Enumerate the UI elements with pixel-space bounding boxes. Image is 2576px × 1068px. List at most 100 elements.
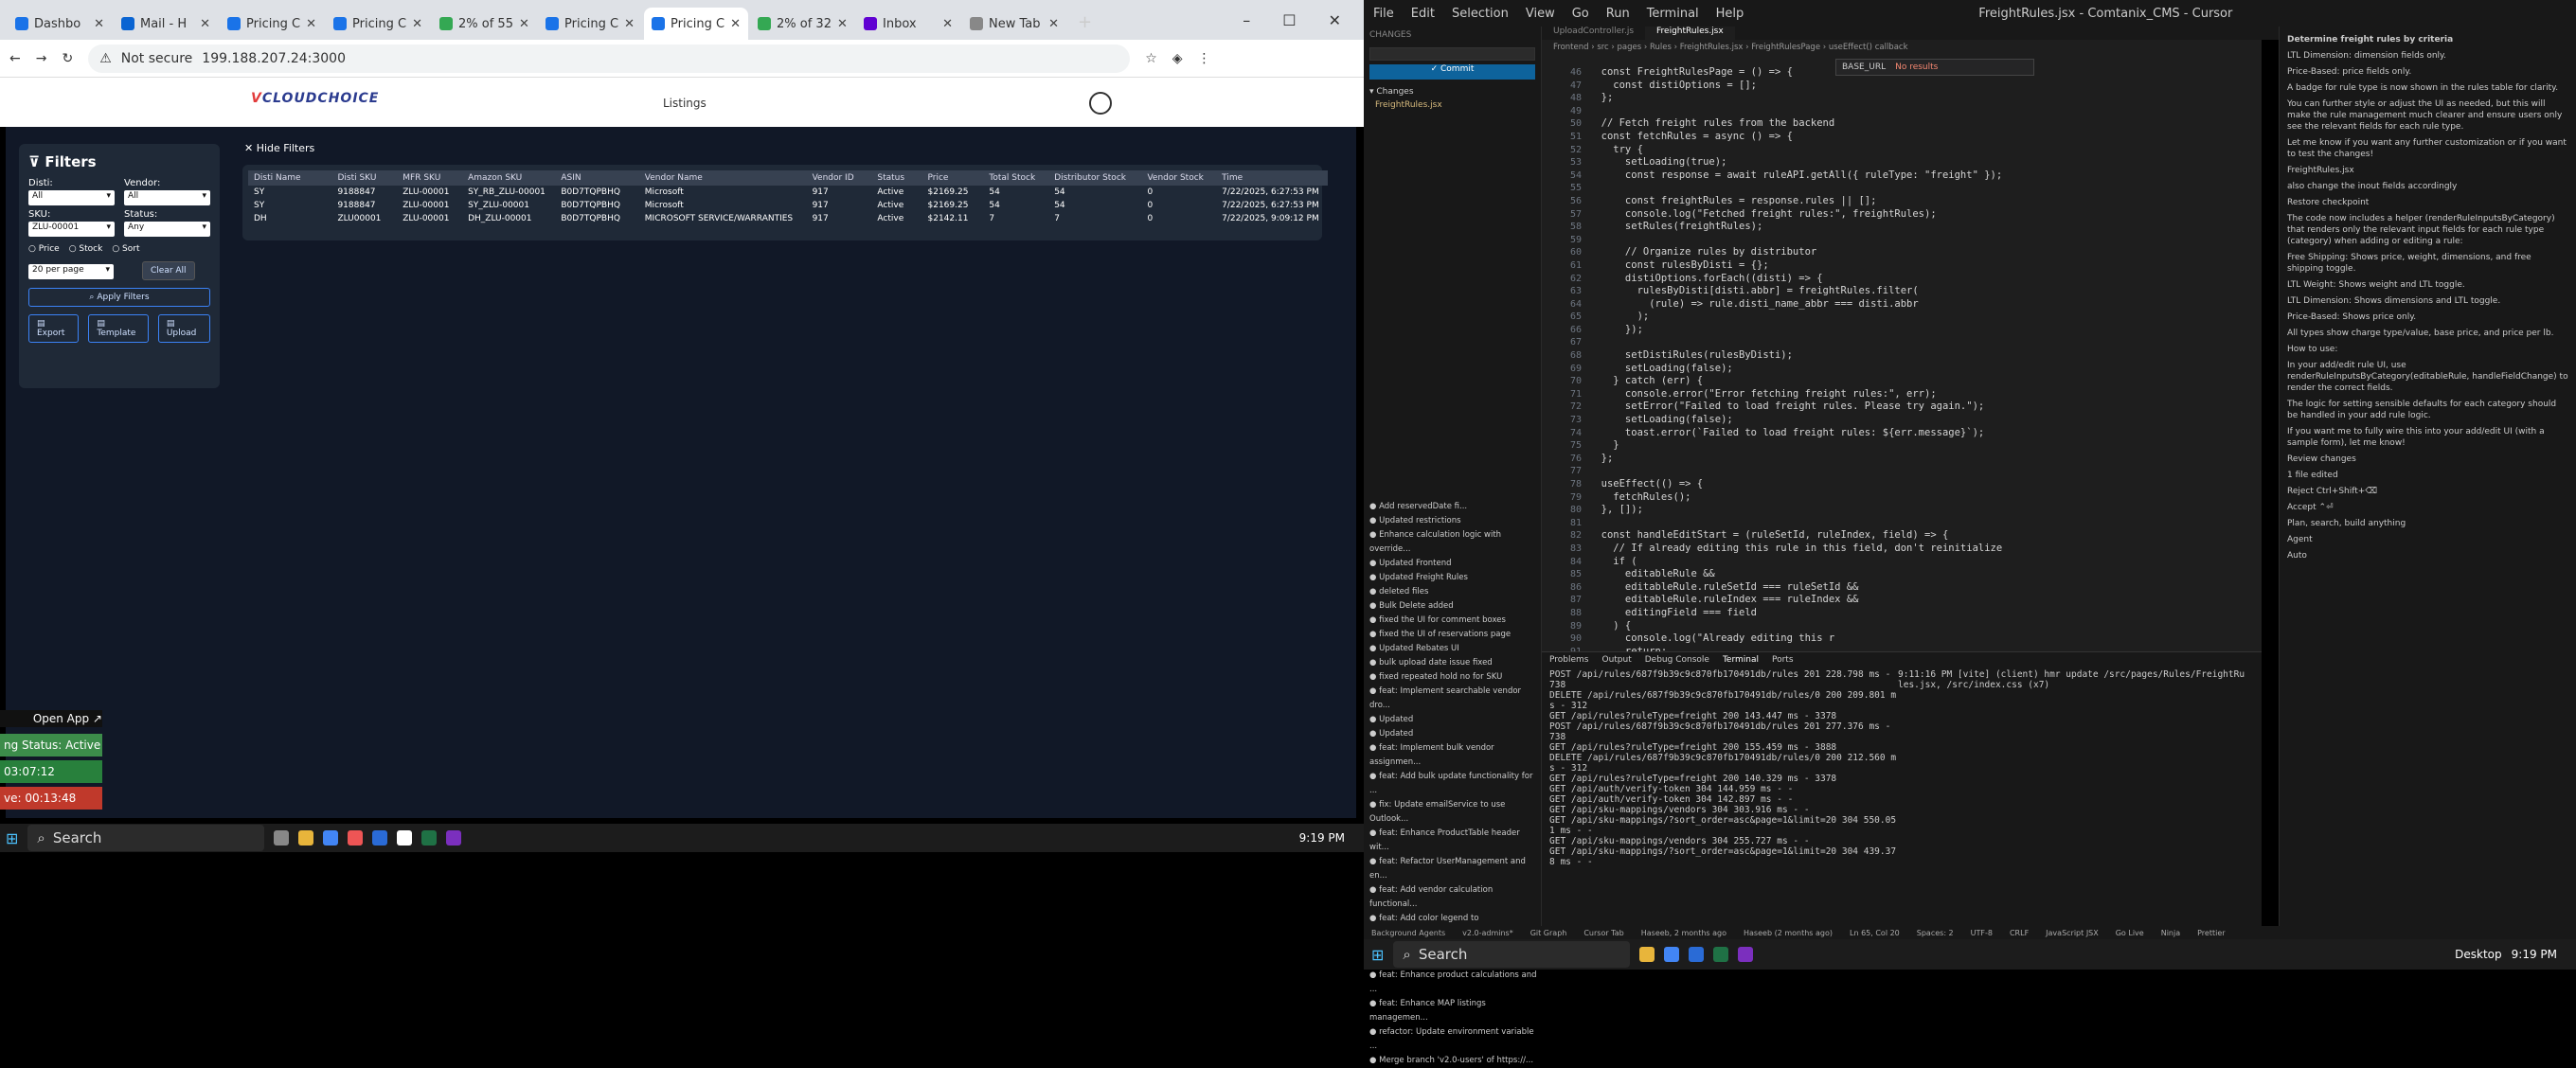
sort-sort-radio[interactable]: ○ Sort: [112, 244, 139, 254]
commit-item[interactable]: ● Updated Frontend: [1364, 557, 1542, 571]
status-item[interactable]: v2.0-admins*: [1462, 929, 1513, 937]
windows-icon[interactable]: ⊞: [1371, 946, 1384, 964]
close-icon[interactable]: ✕: [200, 17, 210, 31]
status-item[interactable]: CRLF: [2010, 929, 2029, 937]
star-icon[interactable]: ☆: [1145, 51, 1157, 66]
upload-button[interactable]: ▤ Upload: [157, 314, 210, 343]
commit-item[interactable]: ● feat: Enhance MAP listings managemen..…: [1364, 997, 1542, 1025]
chrome-icon[interactable]: [1664, 947, 1680, 962]
commit-item[interactable]: ● feat: Refactor UserManagement and en..…: [1364, 855, 1542, 883]
tab-upload-controller[interactable]: UploadController.js: [1542, 27, 1645, 40]
commit-item[interactable]: ● feat: Implement bulk vendor assignmen.…: [1364, 741, 1542, 770]
close-icon[interactable]: ✕: [519, 17, 529, 31]
commit-message-input[interactable]: [1369, 47, 1535, 61]
commit-item[interactable]: ● feat: Enhance product calculations and…: [1364, 969, 1542, 997]
commit-item[interactable]: ● Merge branch 'v2.0-users' of https://.…: [1364, 1054, 1542, 1068]
commit-item[interactable]: ● Bulk Delete added: [1364, 599, 1542, 614]
commit-item[interactable]: ● Add reservedDate fi...: [1364, 500, 1542, 514]
terminal-output-2[interactable]: 9:11:16 PM [vite] (client) hmr update /s…: [1898, 669, 2245, 690]
column-header[interactable]: Amazon SKU: [462, 173, 555, 183]
close-icon[interactable]: ✕: [730, 17, 741, 31]
per-page-select[interactable]: 20 per page: [28, 264, 114, 279]
status-item[interactable]: Prettier: [2197, 929, 2225, 937]
maximize-icon[interactable]: ☐: [1282, 11, 1296, 29]
menu-item[interactable]: Go: [1572, 7, 1589, 21]
browser-tab[interactable]: Dashbo ✕: [8, 8, 112, 40]
menu-icon[interactable]: ⋮: [1198, 51, 1211, 66]
extensions-icon[interactable]: ◈: [1172, 51, 1183, 66]
menu-item[interactable]: Edit: [1411, 7, 1435, 21]
close-icon[interactable]: ✕: [837, 17, 848, 31]
disti-select[interactable]: All: [28, 190, 115, 205]
commit-item[interactable]: ● feat: Add vendor calculation functiona…: [1364, 883, 1542, 912]
export-button[interactable]: ▤ Export: [28, 314, 80, 343]
cursor-icon[interactable]: [397, 830, 413, 846]
app-icon[interactable]: [348, 830, 364, 846]
column-header[interactable]: ASIN: [555, 173, 638, 183]
status-item[interactable]: Go Live: [2116, 929, 2144, 937]
status-item[interactable]: Cursor Tab: [1583, 929, 1623, 937]
commit-item[interactable]: ● fixed the UI for comment boxes: [1364, 614, 1542, 628]
browser-tab[interactable]: Pricing C ✕: [220, 8, 324, 40]
commit-item[interactable]: ● feat: Implement searchable vendor dro.…: [1364, 685, 1542, 713]
windows-icon[interactable]: ⊞: [6, 829, 18, 847]
commit-item[interactable]: ● Updated Freight Rules: [1364, 571, 1542, 585]
menu-item[interactable]: View: [1526, 7, 1555, 21]
column-header[interactable]: Distributor Stock: [1048, 173, 1141, 183]
status-item[interactable]: UTF-8: [1971, 929, 1993, 937]
onenote-icon[interactable]: [1738, 947, 1754, 962]
taskview-icon[interactable]: [274, 830, 290, 846]
menu-item[interactable]: Selection: [1452, 7, 1509, 21]
browser-tab[interactable]: Pricing C ✕: [326, 8, 430, 40]
vscode-icon[interactable]: [372, 830, 388, 846]
commit-item[interactable]: ● fixed repeated hold no for SKU: [1364, 670, 1542, 685]
commit-item[interactable]: ● refactor: Update environment variable …: [1364, 1025, 1542, 1054]
panel-tab[interactable]: Terminal: [1723, 655, 1759, 665]
nav-listings[interactable]: Listings: [663, 97, 707, 110]
url-box[interactable]: ⚠ Not secure 199.188.207.24:3000: [88, 44, 1131, 73]
tab-freight-rules[interactable]: FreightRules.jsx: [1645, 27, 1735, 40]
column-header[interactable]: Vendor ID: [807, 173, 872, 183]
forward-icon[interactable]: →: [36, 51, 47, 66]
menu-item[interactable]: File: [1373, 7, 1394, 21]
taskbar-search-2[interactable]: ⌕ Search: [1393, 941, 1631, 968]
vendor-select[interactable]: All: [124, 190, 210, 205]
table-row[interactable]: SY 9188847 ZLU-00001 SY_ZLU-00001 B0D7TQPBHQ…: [248, 199, 1328, 212]
excel-icon[interactable]: [1713, 947, 1729, 962]
column-header[interactable]: Total Stock: [983, 173, 1048, 183]
close-icon[interactable]: ✕: [1048, 17, 1059, 31]
status-item[interactable]: Haseeb (2 months ago): [1744, 929, 1833, 937]
url-text[interactable]: 199.188.207.24:3000: [202, 51, 346, 66]
terminal-output[interactable]: POST /api/rules/687f9b39c9c870fb170491db…: [1549, 669, 1896, 867]
column-header[interactable]: Status: [871, 173, 921, 183]
reload-icon[interactable]: ↻: [62, 51, 73, 66]
desktop-label[interactable]: Desktop: [2455, 948, 2502, 961]
browser-tab[interactable]: Mail - H ✕: [114, 8, 218, 40]
commit-item[interactable]: ● Updated restrictions: [1364, 514, 1542, 528]
changed-file[interactable]: FreightRules.jsx: [1364, 100, 1541, 110]
template-button[interactable]: ▤ Template: [88, 314, 149, 343]
panel-tab[interactable]: Ports: [1772, 655, 1794, 665]
close-icon[interactable]: ✕: [624, 17, 635, 31]
commit-item[interactable]: ● deleted files: [1364, 585, 1542, 599]
commit-item[interactable]: ● feat: Enhance ProductTable header wit.…: [1364, 827, 1542, 855]
new-tab-icon[interactable]: +: [1078, 12, 1092, 32]
commit-item[interactable]: ● bulk upload date issue fixed: [1364, 656, 1542, 670]
status-item[interactable]: Spaces: 2: [1917, 929, 1954, 937]
code-text[interactable]: const FreightRulesPage = () => { const d…: [1589, 66, 2157, 658]
column-header[interactable]: Time: [1216, 173, 1328, 183]
commit-item[interactable]: ● Enhance calculation logic with overrid…: [1364, 528, 1542, 557]
commit-item[interactable]: ● Updated: [1364, 713, 1542, 727]
sku-input[interactable]: ZLU-00001: [28, 222, 115, 237]
panel-tab[interactable]: Debug Console: [1645, 655, 1709, 665]
status-item[interactable]: Git Graph: [1530, 929, 1567, 937]
minimize-icon[interactable]: –: [1243, 11, 1250, 29]
browser-tab[interactable]: 2% of 55 ✕: [432, 8, 536, 40]
commit-item[interactable]: ● Updated Rebates UI: [1364, 642, 1542, 656]
code-editor[interactable]: UploadController.js FreightRules.jsx Fro…: [1542, 27, 2262, 747]
browser-tab[interactable]: New Tab ✕: [962, 8, 1066, 40]
column-header[interactable]: Vendor Name: [639, 173, 807, 183]
menu-item[interactable]: Help: [1716, 7, 1744, 21]
panel-tab[interactable]: Output: [1601, 655, 1631, 665]
apply-filters-button[interactable]: ⌕ Apply Filters: [28, 288, 210, 307]
